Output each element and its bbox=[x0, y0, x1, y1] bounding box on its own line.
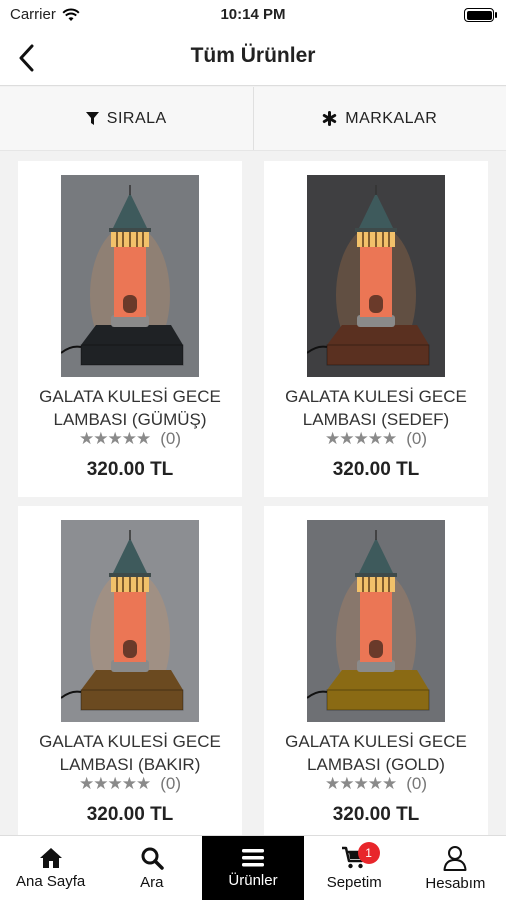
star-rating-icon: ★★★★★ bbox=[325, 774, 397, 793]
rating-count: (0) bbox=[160, 429, 181, 448]
user-icon bbox=[443, 845, 467, 871]
product-name[interactable]: GALATA KULESİ GECE LAMBASI (BAKIR) bbox=[22, 730, 238, 776]
star-rating-icon: ★★★★★ bbox=[79, 774, 151, 793]
product-card[interactable]: GALATA KULESİ GECE LAMBASI (GOLD) ★★★★★ … bbox=[264, 506, 488, 835]
brands-button[interactable]: MARKALAR bbox=[252, 87, 506, 150]
sort-label: SIRALA bbox=[106, 109, 167, 127]
product-card[interactable]: GALATA KULESİ GECE LAMBASI (SEDEF) ★★★★★… bbox=[264, 161, 488, 497]
product-name[interactable]: GALATA KULESİ GECE LAMBASI (GÜMÜŞ) bbox=[22, 385, 238, 431]
search-icon bbox=[141, 847, 164, 870]
rating-count: (0) bbox=[406, 774, 427, 793]
tab-bar: Ana Sayfa Ara Ürünler 1 Sepetim Hesabım bbox=[0, 835, 506, 900]
product-name[interactable]: GALATA KULESİ GECE LAMBASI (GOLD) bbox=[268, 730, 484, 776]
home-icon bbox=[39, 847, 62, 868]
product-image[interactable] bbox=[61, 520, 199, 722]
product-rating: ★★★★★ (0) bbox=[264, 429, 488, 449]
product-image[interactable] bbox=[307, 175, 445, 377]
product-rating: ★★★★★ (0) bbox=[18, 429, 242, 449]
brands-label: MARKALAR bbox=[345, 109, 438, 127]
sort-button[interactable]: SIRALA bbox=[0, 87, 253, 150]
product-name[interactable]: GALATA KULESİ GECE LAMBASI (SEDEF) bbox=[268, 385, 484, 431]
tab-search[interactable]: Ara bbox=[101, 836, 202, 900]
page-title: Tüm Ürünler bbox=[190, 44, 316, 67]
product-rating: ★★★★★ (0) bbox=[264, 774, 488, 794]
tab-cart[interactable]: 1 Sepetim bbox=[304, 836, 405, 900]
product-grid: GALATA KULESİ GECE LAMBASI (GÜMÜŞ) ★★★★★… bbox=[0, 151, 506, 835]
product-image[interactable] bbox=[61, 175, 199, 377]
tab-account[interactable]: Hesabım bbox=[405, 836, 506, 900]
star-rating-icon: ★★★★★ bbox=[325, 429, 397, 448]
tab-home[interactable]: Ana Sayfa bbox=[0, 836, 101, 900]
filter-icon bbox=[85, 111, 99, 125]
asterisk-icon bbox=[323, 111, 337, 126]
star-rating-icon: ★★★★★ bbox=[79, 429, 151, 448]
rating-count: (0) bbox=[406, 429, 427, 448]
product-price: 320.00 TL bbox=[332, 459, 420, 480]
product-rating: ★★★★★ (0) bbox=[18, 774, 242, 794]
filter-bar: SIRALA MARKALAR bbox=[0, 87, 506, 151]
menu-icon bbox=[242, 848, 264, 866]
navigation-bar: Tüm Ürünler bbox=[0, 30, 506, 86]
tab-cart-label: Sepetim bbox=[326, 873, 382, 891]
product-price: 320.00 TL bbox=[86, 459, 174, 480]
rating-count: (0) bbox=[160, 774, 181, 793]
clock: 10:14 PM bbox=[220, 6, 286, 23]
cart-badge: 1 bbox=[357, 842, 380, 864]
product-card[interactable]: GALATA KULESİ GECE LAMBASI (BAKIR) ★★★★★… bbox=[18, 506, 242, 835]
tab-account-label: Hesabım bbox=[425, 874, 486, 892]
product-price: 320.00 TL bbox=[332, 804, 420, 825]
tab-products-label: Ürünler bbox=[228, 871, 278, 889]
battery-icon bbox=[464, 8, 497, 22]
product-price: 320.00 TL bbox=[86, 804, 174, 825]
status-bar: Carrier 10:14 PM bbox=[0, 0, 506, 30]
tab-products[interactable]: Ürünler bbox=[202, 836, 304, 900]
tab-home-label: Ana Sayfa bbox=[15, 872, 86, 890]
product-card[interactable]: GALATA KULESİ GECE LAMBASI (GÜMÜŞ) ★★★★★… bbox=[18, 161, 242, 497]
product-image[interactable] bbox=[307, 520, 445, 722]
tab-search-label: Ara bbox=[140, 873, 164, 891]
